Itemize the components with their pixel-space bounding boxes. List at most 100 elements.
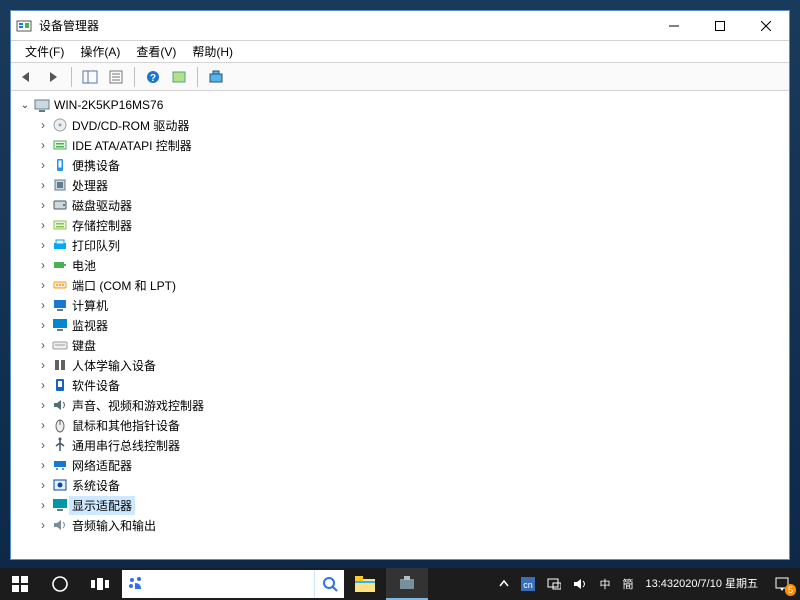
start-button[interactable]	[0, 568, 40, 600]
titlebar[interactable]: 设备管理器	[11, 11, 789, 41]
tree-node-label: 系统设备	[69, 476, 123, 495]
cortana-button[interactable]	[40, 568, 80, 600]
toolbar-separator	[71, 67, 72, 87]
computer-icon	[51, 297, 69, 313]
tree-node[interactable]: 磁盘驱动器	[35, 195, 787, 215]
tree-node[interactable]: 人体学输入设备	[35, 355, 787, 375]
expander-icon[interactable]	[35, 498, 51, 512]
system-icon	[51, 477, 69, 493]
tree-node-label: 音频输入和输出	[69, 516, 159, 535]
properties-button[interactable]	[104, 65, 128, 89]
expander-icon[interactable]	[35, 478, 51, 492]
expander-icon[interactable]	[35, 458, 51, 472]
expander-icon[interactable]	[35, 338, 51, 352]
network-icon	[51, 457, 69, 473]
root-label: WIN-2K5KP16MS76	[51, 97, 166, 113]
taskbar-clock[interactable]: 13:43 2020/7/10 星期五	[639, 568, 764, 600]
tree-node-label: 打印队列	[69, 236, 123, 255]
expander-icon[interactable]	[35, 118, 51, 132]
device-tree[interactable]: WIN-2K5KP16MS76 DVD/CD-ROM 驱动器IDE ATA/AT…	[11, 91, 789, 559]
back-button[interactable]	[15, 65, 39, 89]
expander-icon[interactable]	[35, 298, 51, 312]
printer-icon	[51, 237, 69, 253]
tree-node-label: 监视器	[69, 316, 111, 335]
tree-node-label: 便携设备	[69, 156, 123, 175]
tree-node[interactable]: 显示适配器	[35, 495, 787, 515]
tree-node[interactable]: 鼠标和其他指针设备	[35, 415, 787, 435]
tree-node[interactable]: 电池	[35, 255, 787, 275]
keyboard-icon	[51, 337, 69, 353]
ime-sogou-icon[interactable]: cn	[515, 568, 541, 600]
expander-icon[interactable]	[35, 138, 51, 152]
tree-node-label: 计算机	[69, 296, 111, 315]
close-button[interactable]	[743, 12, 789, 40]
expander-icon[interactable]	[35, 158, 51, 172]
tree-node[interactable]: 音频输入和输出	[35, 515, 787, 535]
baidu-icon	[122, 575, 150, 593]
tree-node-label: 端口 (COM 和 LPT)	[69, 276, 179, 295]
tree-node[interactable]: 键盘	[35, 335, 787, 355]
expander-icon[interactable]	[35, 198, 51, 212]
expander-icon[interactable]	[35, 358, 51, 372]
volume-icon[interactable]	[567, 568, 593, 600]
expander-icon[interactable]	[35, 178, 51, 192]
taskbar-device-manager[interactable]	[386, 568, 428, 600]
display-icon	[51, 497, 69, 513]
menu-view[interactable]: 查看(V)	[128, 41, 184, 62]
tree-node[interactable]: DVD/CD-ROM 驱动器	[35, 115, 787, 135]
maximize-button[interactable]	[697, 12, 743, 40]
search-input[interactable]	[150, 570, 314, 598]
expander-icon[interactable]	[35, 218, 51, 232]
forward-button[interactable]	[41, 65, 65, 89]
expander-icon[interactable]	[35, 518, 51, 532]
menu-help[interactable]: 帮助(H)	[184, 41, 241, 62]
help-button[interactable]: ?	[141, 65, 165, 89]
clock-time: 13:43	[645, 578, 673, 591]
tree-node[interactable]: IDE ATA/ATAPI 控制器	[35, 135, 787, 155]
tree-node[interactable]: 网络适配器	[35, 455, 787, 475]
tree-node-label: IDE ATA/ATAPI 控制器	[69, 136, 195, 155]
expander-icon[interactable]	[35, 418, 51, 432]
minimize-button[interactable]	[651, 12, 697, 40]
notification-button[interactable]: 5	[764, 568, 800, 600]
taskbar-search[interactable]	[122, 570, 344, 598]
tree-node[interactable]: 打印队列	[35, 235, 787, 255]
scan-button[interactable]	[204, 65, 228, 89]
ime-mode[interactable]: 簡	[616, 568, 639, 600]
expander-icon[interactable]	[35, 278, 51, 292]
task-view-button[interactable]	[80, 568, 120, 600]
taskbar-explorer[interactable]	[344, 568, 386, 600]
expander-icon[interactable]	[17, 100, 33, 111]
expander-icon[interactable]	[35, 318, 51, 332]
tree-node[interactable]: 监视器	[35, 315, 787, 335]
tree-node[interactable]: 存储控制器	[35, 215, 787, 235]
port-icon	[51, 277, 69, 293]
tree-node-label: 网络适配器	[69, 456, 135, 475]
menu-file[interactable]: 文件(F)	[17, 41, 72, 62]
tree-node-label: 电池	[69, 256, 99, 275]
action-button[interactable]	[167, 65, 191, 89]
tree-node[interactable]: 便携设备	[35, 155, 787, 175]
expander-icon[interactable]	[35, 398, 51, 412]
tray-expand-icon[interactable]	[493, 568, 515, 600]
disk-icon	[51, 197, 69, 213]
tree-root-node[interactable]: WIN-2K5KP16MS76	[13, 95, 787, 115]
tree-node[interactable]: 系统设备	[35, 475, 787, 495]
network-icon[interactable]	[541, 568, 567, 600]
expander-icon[interactable]	[35, 238, 51, 252]
expander-icon[interactable]	[35, 378, 51, 392]
expander-icon[interactable]	[35, 438, 51, 452]
tree-node[interactable]: 端口 (COM 和 LPT)	[35, 275, 787, 295]
show-hide-tree-button[interactable]	[78, 65, 102, 89]
tree-node[interactable]: 软件设备	[35, 375, 787, 395]
tree-node[interactable]: 计算机	[35, 295, 787, 315]
tree-node[interactable]: 通用串行总线控制器	[35, 435, 787, 455]
search-icon[interactable]	[314, 570, 344, 598]
expander-icon[interactable]	[35, 258, 51, 272]
notification-badge: 5	[785, 584, 796, 596]
tree-node[interactable]: 声音、视频和游戏控制器	[35, 395, 787, 415]
ime-lang[interactable]: 中	[593, 568, 616, 600]
tree-node[interactable]: 处理器	[35, 175, 787, 195]
menu-action[interactable]: 操作(A)	[72, 41, 128, 62]
tree-node-label: 人体学输入设备	[69, 356, 159, 375]
